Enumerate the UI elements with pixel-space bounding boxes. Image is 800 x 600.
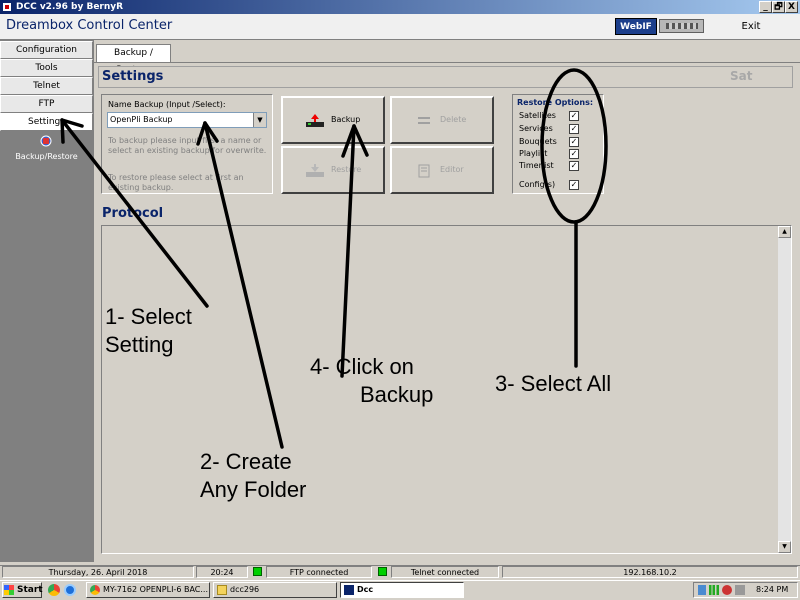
tab-divider <box>94 62 800 63</box>
protocol-header <box>98 203 793 225</box>
minimize-button[interactable]: _ <box>759 1 772 13</box>
status-ftp: FTP connected <box>266 566 372 578</box>
option-label-bouquets: Bouquets <box>519 137 557 146</box>
taskbar-item-folder[interactable]: dcc296 <box>213 582 337 598</box>
chrome-icon <box>90 585 100 595</box>
ftp-status-led <box>253 567 262 576</box>
option-checkbox-bouquets[interactable]: ✓ <box>569 137 579 147</box>
annotation-step1-line2: Setting <box>105 332 174 357</box>
restore-icon <box>306 164 324 177</box>
sat-label: Sat <box>730 69 753 83</box>
tab-backup-restore[interactable]: Backup / Restore <box>96 44 171 75</box>
editor-icon <box>418 164 430 178</box>
close-button[interactable]: X <box>785 1 798 13</box>
exit-button[interactable]: Exit <box>712 18 790 36</box>
option-label-playlist: Playlist <box>519 149 548 158</box>
scroll-up-icon[interactable]: ▲ <box>778 226 791 238</box>
annotation-step2-line2: Any Folder <box>200 477 307 502</box>
backup-button-label: Backup <box>331 115 361 124</box>
speaker-icon[interactable] <box>735 585 745 595</box>
system-tray: 8:24 PM <box>693 582 798 598</box>
window-title: DCC v2.96 by BernyR <box>16 2 124 12</box>
option-checkbox-timerlist[interactable]: ✓ <box>569 161 579 171</box>
annotation-step4-line2: Backup <box>360 382 434 407</box>
taskbar-clock: 8:24 PM <box>756 585 789 594</box>
option-label-timerlist: Timerlist <box>519 161 554 170</box>
option-checkbox-satellites[interactable]: ✓ <box>569 111 579 121</box>
sidebar-item-telnet[interactable]: Telnet <box>0 77 93 95</box>
taskbar-item-label: MY-7162 OPENPLI-6 BAC... <box>103 585 208 594</box>
window-titlebar: DCC v2.96 by BernyR <box>0 0 800 14</box>
dcc-app-icon <box>344 585 354 595</box>
backup-name-combo[interactable]: OpenPli Backup <box>107 112 267 128</box>
webif-button[interactable]: WebIF <box>615 18 657 35</box>
restore-options-title: Restore Options: <box>517 98 594 107</box>
app-title: Dreambox Control Center <box>6 18 173 33</box>
editor-button-label: Editor <box>440 165 464 174</box>
option-checkbox-services[interactable]: ✓ <box>569 124 579 134</box>
protocol-title: Protocol <box>102 206 164 221</box>
delete-icon <box>418 117 430 124</box>
backup-icon <box>306 114 324 127</box>
log-scrollbar[interactable] <box>778 226 791 553</box>
signal-icon[interactable] <box>709 585 719 595</box>
backup-hint: To backup please input first a name or s… <box>108 136 267 155</box>
editor-button[interactable]: Editor <box>390 146 494 194</box>
sidebar-item-ftp[interactable]: FTP <box>0 95 93 113</box>
annotation-step3: 3- Select All <box>495 371 612 396</box>
settings-header <box>98 66 793 88</box>
option-label-satellites: Satellites <box>519 111 556 120</box>
status-time: 20:24 <box>196 566 248 578</box>
restore-hint: To restore please select at first an exi… <box>108 173 244 192</box>
option-checkbox-configs[interactable]: ✓ <box>569 180 579 190</box>
restore-button[interactable]: Restore <box>281 146 385 194</box>
status-ip: 192.168.10.2 <box>502 566 798 578</box>
sidebar-item-configuration[interactable]: Configuration <box>0 41 93 59</box>
name-backup-label: Name Backup (Input /Select): <box>108 100 226 109</box>
remote-control-icon[interactable] <box>659 19 704 33</box>
option-label-services: Services <box>519 124 553 133</box>
annotation-step4-line1: 4- Click on <box>310 354 414 379</box>
network-icon[interactable] <box>698 585 706 595</box>
sidebar-item-tools[interactable]: Tools <box>0 59 93 77</box>
sidebar-item-backup-restore[interactable]: Backup/Restore <box>0 152 93 161</box>
option-checkbox-playlist[interactable]: ✓ <box>569 149 579 159</box>
restore-button-label: Restore <box>331 165 362 174</box>
annotation-step2-line1: 2- Create <box>200 449 292 474</box>
security-icon[interactable] <box>722 585 732 595</box>
windows-logo-icon <box>4 585 14 595</box>
sidebar-item-settings[interactable]: Settings <box>0 113 93 131</box>
chevron-down-icon[interactable]: ▼ <box>253 113 266 127</box>
settings-title: Settings <box>102 69 164 84</box>
scroll-down-icon[interactable]: ▼ <box>778 541 791 553</box>
option-label-configs: Config(s) <box>519 180 556 189</box>
backup-restore-icon[interactable] <box>38 135 54 149</box>
annotation-step1-line1: 1- Select <box>105 304 192 329</box>
delete-button-label: Delete <box>440 115 467 124</box>
taskbar-item-label: Dcc <box>357 585 374 594</box>
chrome-icon[interactable] <box>48 584 60 596</box>
protocol-log[interactable] <box>101 225 792 554</box>
telnet-status-led <box>378 567 387 576</box>
status-telnet: Telnet connected <box>391 566 499 578</box>
app-icon <box>2 2 12 12</box>
taskbar-item-label: dcc296 <box>230 585 260 594</box>
delete-button[interactable]: Delete <box>390 96 494 144</box>
taskbar-item-dcc[interactable]: Dcc <box>340 582 464 598</box>
restore-button[interactable]: 🗗 <box>772 1 785 13</box>
folder-icon <box>217 585 227 595</box>
ie-icon[interactable] <box>64 584 76 596</box>
taskbar-item-browser[interactable]: MY-7162 OPENPLI-6 BAC... <box>86 582 210 598</box>
status-date: Thursday, 26. April 2018 <box>2 566 194 578</box>
backup-button[interactable]: Backup <box>281 96 385 144</box>
